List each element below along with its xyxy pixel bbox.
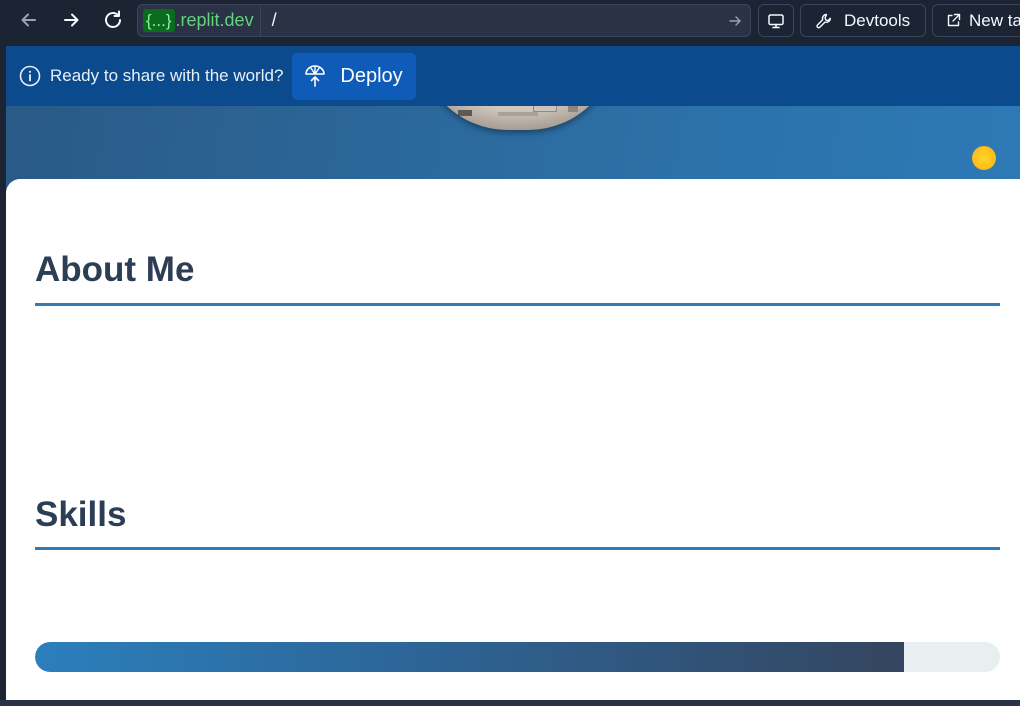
wrench-icon <box>816 13 832 28</box>
go-arrow-icon <box>729 15 741 26</box>
info-icon <box>19 65 41 87</box>
about-me-heading: About Me <box>35 247 1000 306</box>
url-bar[interactable]: {...} .replit.dev / <box>137 4 751 37</box>
url-domain: .replit.dev <box>175 10 254 30</box>
sun-icon[interactable] <box>972 146 996 170</box>
browser-toolbar: {...} .replit.dev / Devtools New tab <box>0 0 1020 42</box>
page-preview: About Me Skills <box>6 106 1020 700</box>
back-button[interactable] <box>14 6 44 34</box>
skills-heading: Skills <box>35 490 1000 550</box>
external-link-icon <box>947 13 961 27</box>
main-content: About Me Skills <box>6 179 1020 700</box>
forward-arrow-icon <box>64 13 79 27</box>
banner-message: Ready to share with the world? <box>50 66 284 85</box>
reload-icon <box>105 10 121 28</box>
skill-progress-bar <box>35 642 1000 672</box>
devtools-button[interactable]: Devtools <box>800 4 926 37</box>
frame-bottom-edge <box>0 700 1020 706</box>
devtools-label: Devtools <box>844 10 911 30</box>
deploy-icon <box>305 65 326 87</box>
profile-photo <box>418 106 618 130</box>
deploy-label: Deploy <box>340 64 403 87</box>
url-badge: {...} <box>143 9 175 32</box>
deploy-banner: Ready to share with the world? Deploy <box>6 46 1020 106</box>
forward-button[interactable] <box>56 6 86 34</box>
new-tab-button[interactable]: New tab <box>932 4 1020 37</box>
skill-progress-fill <box>35 642 904 672</box>
new-tab-label: New tab <box>969 10 1020 30</box>
screen-button[interactable] <box>758 4 794 37</box>
back-arrow-icon <box>21 13 36 27</box>
deploy-button[interactable]: Deploy <box>292 52 416 100</box>
url-go-button[interactable] <box>720 14 750 28</box>
url-host: {...} .replit.dev <box>138 5 261 36</box>
reload-button[interactable] <box>98 6 128 34</box>
monitor-icon <box>768 13 784 28</box>
url-path: / <box>271 10 277 30</box>
